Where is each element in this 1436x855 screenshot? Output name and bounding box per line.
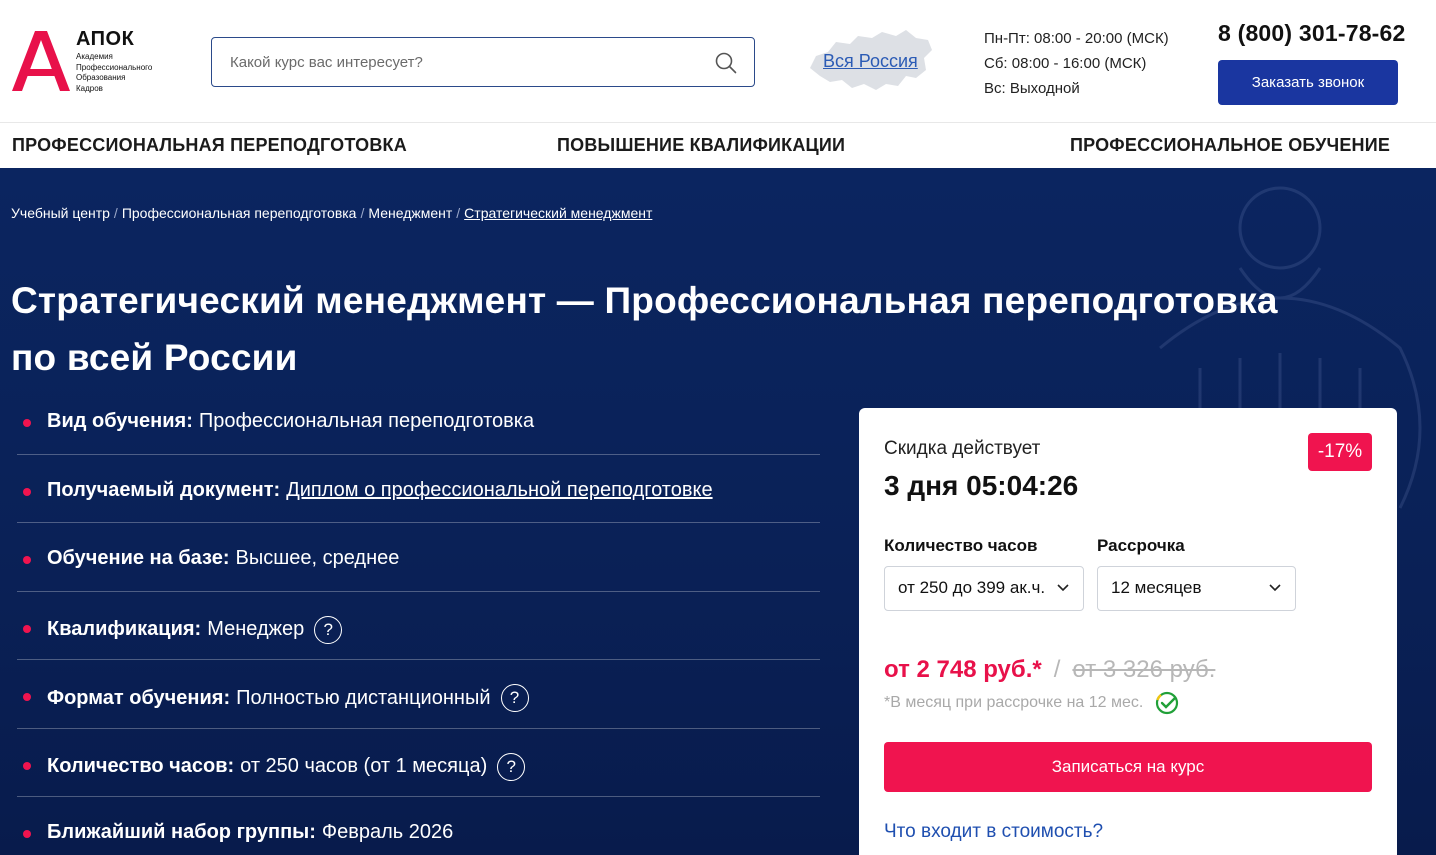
property-label: Квалификация: xyxy=(47,618,202,640)
breadcrumb-item[interactable]: Учебный центр xyxy=(11,205,110,221)
property-label: Обучение на базе: xyxy=(47,547,230,569)
nav-item-qualification[interactable]: ПОВЫШЕНИЕ КВАЛИФИКАЦИИ xyxy=(557,135,845,156)
search-box xyxy=(211,37,755,87)
installment-field-label: Рассрочка xyxy=(1097,536,1185,555)
property-row: Обучение на базе: Высшее, среднее xyxy=(17,523,820,592)
question-icon[interactable]: ? xyxy=(497,752,526,781)
enroll-button[interactable]: Записаться на курс xyxy=(884,742,1372,792)
breadcrumb-item[interactable]: Профессиональная переподготовка xyxy=(122,205,357,221)
logo-subtitle: Академия Профессионального Образования К… xyxy=(76,52,153,93)
nav-item-retraining[interactable]: ПРОФЕССИОНАЛЬНАЯ ПЕРЕПОДГОТОВКА xyxy=(12,135,407,156)
breadcrumb: Учебный центр / Профессиональная переподго… xyxy=(11,205,653,221)
property-label: Ближайший набор группы: xyxy=(47,821,316,843)
region-selector[interactable]: Вся Россия xyxy=(806,28,936,98)
bullet-dot xyxy=(23,761,31,770)
bullet-dot xyxy=(23,419,31,427)
property-value: Менеджер xyxy=(207,618,305,640)
question-icon[interactable]: ? xyxy=(314,615,343,644)
logo-mark-icon xyxy=(12,31,70,91)
chevron-down-icon xyxy=(1269,584,1281,592)
working-hours: Пн-Пт: 08:00 - 20:00 (МСК) Сб: 08:00 - 1… xyxy=(984,26,1169,101)
property-label: Получаемый документ: xyxy=(47,478,281,501)
price-row: от 2 748 руб.* / от 3 326 руб. xyxy=(884,656,1215,684)
region-link[interactable]: Вся Россия xyxy=(823,51,918,72)
installment-select-value: 12 месяцев xyxy=(1111,578,1202,597)
whats-included-link[interactable]: Что входит в стоимость? xyxy=(884,821,1103,843)
main-nav: ПРОФЕССИОНАЛЬНАЯ ПЕРЕПОДГОТОВКА ПОВЫШЕНИ… xyxy=(0,122,1436,168)
price-note: *В месяц при рассрочке на 12 мес. xyxy=(884,691,1179,715)
hours-select[interactable]: от 250 до 399 ак.ч. xyxy=(884,566,1084,611)
bullet-dot xyxy=(23,487,31,496)
site-header: АПОК Академия Профессионального Образова… xyxy=(0,0,1436,122)
breadcrumb-item[interactable]: Менеджмент xyxy=(368,205,452,221)
search-input[interactable] xyxy=(230,38,700,86)
logo-title: АПОК xyxy=(76,28,135,50)
bullet-dot xyxy=(23,556,31,564)
course-properties: Вид обучения: Профессиональная переподгот… xyxy=(17,386,820,855)
nav-item-training[interactable]: ПРОФЕССИОНАЛЬНОЕ ОБУЧЕНИЕ xyxy=(1070,135,1390,156)
bullet-dot xyxy=(23,693,31,701)
price-card: Скидка действует 3 дня 05:04:26 -17% Кол… xyxy=(859,408,1397,855)
property-row: Ближайший набор группы: Февраль 2026 xyxy=(17,797,820,855)
phone-number[interactable]: 8 (800) 301-78-62 xyxy=(1218,20,1406,47)
sber-check-icon xyxy=(1156,691,1179,715)
property-label: Вид обучения: xyxy=(47,410,193,432)
logo[interactable]: АПОК Академия Профессионального Образова… xyxy=(12,28,172,94)
property-value: Высшее, среднее xyxy=(235,547,400,569)
property-row: Получаемый документ: Диплом о профессиона… xyxy=(17,455,820,523)
property-row: Формат обучения: Полностью дистанционный? xyxy=(17,660,820,729)
diploma-link[interactable]: Диплом о профессиональной переподготовке xyxy=(286,479,712,502)
property-row: Количество часов: от 250 часов (от 1 меся… xyxy=(17,729,820,797)
price-new: от 2 748 руб.* xyxy=(884,656,1042,683)
question-icon[interactable]: ? xyxy=(500,684,529,712)
property-label: Формат обучения: xyxy=(47,686,231,709)
bullet-dot xyxy=(23,624,31,633)
property-value: Полностью дистанционный xyxy=(236,686,491,709)
installment-select[interactable]: 12 месяцев xyxy=(1097,566,1296,611)
breadcrumb-current[interactable]: Стратегический менеджмент xyxy=(464,205,652,221)
property-label: Количество часов: xyxy=(47,755,235,777)
countdown-timer: 3 дня 05:04:26 xyxy=(884,470,1079,501)
property-value: от 250 часов (от 1 месяца) xyxy=(240,755,488,777)
property-value: Профессиональная переподготовка xyxy=(198,410,535,432)
hours-sunday: Вс: Выходной xyxy=(984,80,1080,97)
hours-field-label: Количество часов xyxy=(884,536,1038,555)
search-icon[interactable] xyxy=(714,51,738,75)
discount-label: Скидка действует xyxy=(884,438,1041,459)
discount-badge: -17% xyxy=(1308,433,1372,471)
property-row: Вид обучения: Профессиональная переподгот… xyxy=(17,386,820,455)
hours-weekdays: Пн-Пт: 08:00 - 20:00 (МСК) xyxy=(984,30,1169,47)
page-title: Стратегический менеджмент — Профессионал… xyxy=(11,280,1278,378)
price-old: от 3 326 руб. xyxy=(1072,656,1216,683)
price-separator: / xyxy=(1053,656,1061,683)
hero-section: Учебный центр / Профессиональная переподго… xyxy=(0,168,1436,855)
chevron-down-icon xyxy=(1057,584,1069,592)
property-row: Квалификация: Менеджер? xyxy=(17,592,820,660)
bullet-dot xyxy=(23,830,31,838)
callback-button[interactable]: Заказать звонок xyxy=(1218,60,1398,105)
hours-saturday: Сб: 08:00 - 16:00 (МСК) xyxy=(984,55,1147,72)
hours-select-value: от 250 до 399 ак.ч. xyxy=(898,578,1046,597)
property-value: Февраль 2026 xyxy=(321,821,454,843)
